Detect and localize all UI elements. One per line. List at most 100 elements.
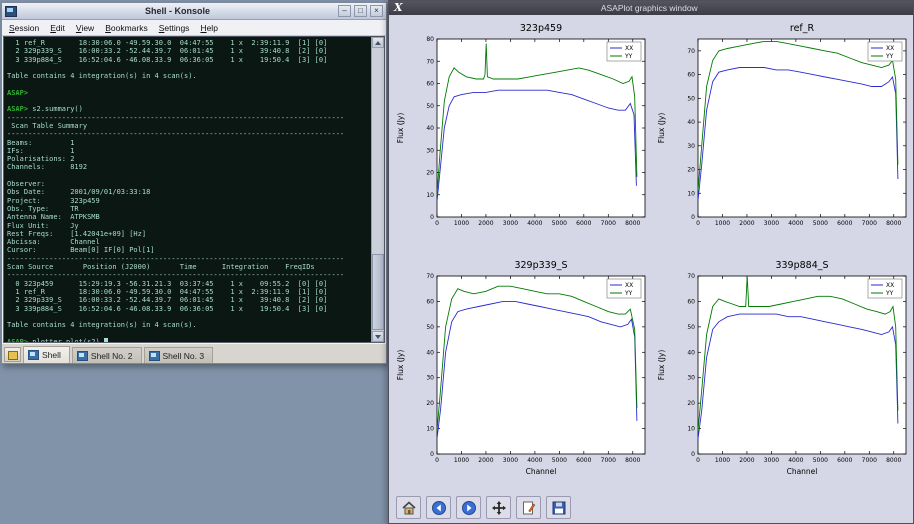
svg-text:6000: 6000 xyxy=(837,457,852,464)
svg-text:40: 40 xyxy=(687,349,695,356)
svg-text:3000: 3000 xyxy=(764,220,779,227)
menu-view[interactable]: View xyxy=(76,23,94,33)
terminal-scrollbar[interactable] xyxy=(371,37,384,342)
svg-text:0: 0 xyxy=(435,220,439,227)
x11-logo-icon: X xyxy=(389,2,408,14)
svg-text:3000: 3000 xyxy=(503,220,518,227)
svg-text:XX: XX xyxy=(625,45,633,52)
configure-subplots-icon xyxy=(521,500,537,516)
tab-shell[interactable]: Shell xyxy=(23,346,70,363)
svg-text:80: 80 xyxy=(426,36,434,43)
tab-label: Shell xyxy=(42,350,61,360)
svg-text:4000: 4000 xyxy=(527,220,542,227)
scroll-up-arrow-icon[interactable] xyxy=(372,37,384,48)
svg-text:4000: 4000 xyxy=(788,220,803,227)
svg-text:6000: 6000 xyxy=(576,457,591,464)
svg-text:5000: 5000 xyxy=(813,457,828,464)
asaplot-window: X ASAPlot graphics window 323p4590100020… xyxy=(388,0,914,524)
svg-text:YY: YY xyxy=(624,290,633,297)
forward-icon xyxy=(461,500,477,516)
menu-settings[interactable]: Settings xyxy=(159,23,190,33)
svg-text:Flux (Jy): Flux (Jy) xyxy=(657,350,666,381)
configure-subplots-button[interactable] xyxy=(516,496,541,519)
save-button[interactable] xyxy=(546,496,571,519)
scroll-down-arrow-icon[interactable] xyxy=(372,331,384,342)
svg-text:0: 0 xyxy=(696,220,700,227)
asaplot-titlebar[interactable]: X ASAPlot graphics window xyxy=(389,1,913,15)
svg-text:YY: YY xyxy=(885,53,894,60)
back-button[interactable] xyxy=(426,496,451,519)
terminal-output[interactable]: 1 ref_R 18:30:06.0 -49.59.30.0 04:47:55 … xyxy=(4,37,371,342)
konsole-titlebar[interactable]: Shell - Konsole xyxy=(2,3,386,20)
minimize-button[interactable] xyxy=(338,5,351,17)
terminal-icon xyxy=(77,351,88,361)
svg-text:40: 40 xyxy=(687,119,695,126)
svg-text:8000: 8000 xyxy=(625,220,640,227)
back-icon xyxy=(431,500,447,516)
asaplot-window-title: ASAPlot graphics window xyxy=(408,3,913,13)
close-button[interactable] xyxy=(370,5,383,17)
svg-text:Flux (Jy): Flux (Jy) xyxy=(396,350,405,381)
svg-text:50: 50 xyxy=(426,324,434,331)
menu-help[interactable]: Help xyxy=(200,23,217,33)
menu-edit[interactable]: Edit xyxy=(50,23,65,33)
subplot-cell: 339p884_S0100020003000400050006000700080… xyxy=(652,254,913,491)
svg-text:0: 0 xyxy=(696,457,700,464)
svg-text:YY: YY xyxy=(624,53,633,60)
tab-shell-no-2[interactable]: Shell No. 2 xyxy=(72,347,142,363)
svg-text:5000: 5000 xyxy=(813,220,828,227)
pan-icon xyxy=(491,500,507,516)
svg-text:7000: 7000 xyxy=(862,220,877,227)
plots-grid: 323p459010002000300040005000600070008000… xyxy=(391,17,911,491)
svg-text:1000: 1000 xyxy=(454,220,469,227)
plot-ref_R: ref_R01000200030004000500060007000800001… xyxy=(652,17,913,251)
svg-text:8000: 8000 xyxy=(886,220,901,227)
konsole-window-title: Shell - Konsole xyxy=(20,6,335,16)
svg-text:0: 0 xyxy=(691,451,695,458)
tab-list: Shell Shell No. 2 Shell No. 3 xyxy=(23,346,213,363)
new-session-button[interactable] xyxy=(4,347,21,362)
svg-text:6000: 6000 xyxy=(837,220,852,227)
tab-shell-no-3[interactable]: Shell No. 3 xyxy=(144,347,214,363)
svg-text:30: 30 xyxy=(687,375,695,382)
terminal-cursor xyxy=(104,338,108,342)
scrollbar-track[interactable] xyxy=(372,48,384,331)
pan-button[interactable] xyxy=(486,496,511,519)
svg-text:2000: 2000 xyxy=(739,220,754,227)
home-button[interactable] xyxy=(396,496,421,519)
svg-text:339p884_S: 339p884_S xyxy=(775,260,828,271)
konsole-tabbar: Shell Shell No. 2 Shell No. 3 xyxy=(2,343,386,363)
svg-text:70: 70 xyxy=(426,58,434,65)
svg-text:1000: 1000 xyxy=(715,220,730,227)
svg-text:2000: 2000 xyxy=(739,457,754,464)
svg-text:1000: 1000 xyxy=(454,457,469,464)
svg-text:4000: 4000 xyxy=(788,457,803,464)
svg-text:Channel: Channel xyxy=(526,467,557,476)
svg-text:40: 40 xyxy=(426,349,434,356)
svg-text:30: 30 xyxy=(426,375,434,382)
svg-text:ref_R: ref_R xyxy=(790,23,815,34)
plot-toolbar xyxy=(396,496,571,519)
svg-text:60: 60 xyxy=(687,298,695,305)
menu-bookmarks[interactable]: Bookmarks xyxy=(105,23,148,33)
menu-session[interactable]: Session xyxy=(9,23,39,33)
svg-text:50: 50 xyxy=(687,324,695,331)
svg-text:70: 70 xyxy=(687,48,695,55)
svg-text:10: 10 xyxy=(426,192,434,199)
svg-text:0: 0 xyxy=(691,214,695,221)
forward-button[interactable] xyxy=(456,496,481,519)
scrollbar-thumb[interactable] xyxy=(372,254,384,330)
svg-text:7000: 7000 xyxy=(601,220,616,227)
svg-text:3000: 3000 xyxy=(764,457,779,464)
tab-label: Shell No. 3 xyxy=(163,351,205,361)
konsole-app-icon xyxy=(5,6,17,17)
svg-text:1000: 1000 xyxy=(715,457,730,464)
maximize-button[interactable] xyxy=(354,5,367,17)
svg-text:YY: YY xyxy=(885,290,894,297)
svg-text:5000: 5000 xyxy=(552,220,567,227)
svg-text:10: 10 xyxy=(687,426,695,433)
svg-text:20: 20 xyxy=(426,170,434,177)
subplot-cell: 329p339_S0100020003000400050006000700080… xyxy=(391,254,652,491)
plot-323p459: 323p459010002000300040005000600070008000… xyxy=(391,17,652,251)
svg-text:4000: 4000 xyxy=(527,457,542,464)
